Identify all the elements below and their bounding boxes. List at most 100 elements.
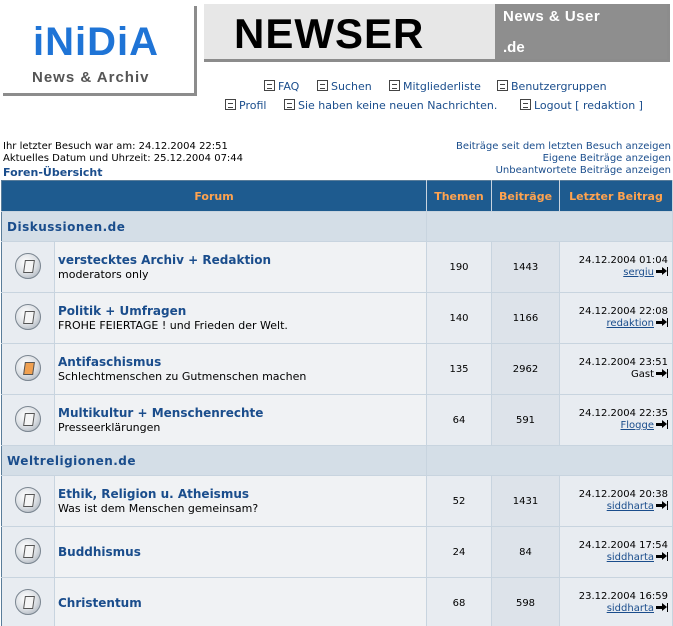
forum-info-cell: Politik + Umfragen FROHE FEIERTAGE ! und … (54, 292, 427, 344)
forum-info-cell: Multikultur + Menschenrechte Presseerklär… (54, 394, 427, 446)
goto-last-post-icon[interactable] (656, 552, 668, 561)
last-post-user-link[interactable]: siddharta (607, 552, 654, 563)
last-post-user-link[interactable]: siddharta (607, 603, 654, 614)
forum-posts-count: 1431 (491, 475, 560, 527)
last-post-user-link[interactable]: Flogge (621, 420, 655, 431)
forum-name-link[interactable]: Multikultur + Menschenrechte (58, 406, 426, 420)
goto-last-post-icon[interactable] (656, 369, 668, 378)
forum-icon-cell (1, 343, 55, 395)
banner-tag-line2: .de (503, 39, 525, 56)
forum-last-post-cell: 24.12.2004 23:51 Gast (559, 343, 673, 395)
table-row: Multikultur + Menschenrechte Presseerklär… (1, 394, 673, 446)
forum-info-cell: Christentum (54, 577, 427, 626)
forum-info-cell: Buddhismus (54, 526, 427, 578)
last-post-user-link[interactable]: sergiu (623, 267, 654, 278)
forum-name-link[interactable]: Buddhismus (58, 545, 426, 559)
link-unanswered-posts[interactable]: Unbeantwortete Beiträge anzeigen (496, 165, 671, 176)
current-time-text: Aktuelles Datum und Uhrzeit: 25.12.2004 … (3, 153, 244, 164)
inidia-logo[interactable]: iNiDiA News & Archiv (3, 6, 197, 96)
last-post-date: 24.12.2004 20:38 (578, 489, 668, 500)
logo-brand-text: iNiDiA (33, 20, 159, 64)
forum-last-post-cell: 24.12.2004 22:08 redaktion (559, 292, 673, 344)
link-own-posts[interactable]: Eigene Beiträge anzeigen (543, 153, 671, 164)
category-title[interactable]: Weltreligionen.de (1, 445, 427, 476)
forum-topics-count: 135 (426, 343, 492, 395)
table-row: Christentum 68 598 23.12.2004 16:59 siddhart… (1, 577, 673, 626)
profile-icon (225, 99, 236, 110)
forum-no-new-posts-icon (15, 405, 41, 432)
table-row: Politik + Umfragen FROHE FEIERTAGE ! und … (1, 292, 673, 344)
goto-last-post-icon[interactable] (656, 603, 668, 612)
last-post-author-line: siddharta (560, 501, 668, 513)
forum-name-link[interactable]: Politik + Umfragen (58, 304, 426, 318)
table-row: Buddhismus 24 84 24.12.2004 17:54 siddharta (1, 526, 673, 578)
category-spacer (426, 445, 673, 476)
nav-faq[interactable]: FAQ (264, 80, 299, 93)
last-post-author-line: siddharta (560, 603, 668, 615)
forum-description: FROHE FEIERTAGE ! und Frieden der Welt. (58, 319, 288, 332)
nav-profile[interactable]: Profil (225, 99, 266, 112)
nav-memberlist-label: Mitgliederliste (403, 80, 481, 93)
forum-last-post-cell: 24.12.2004 20:38 siddharta (559, 475, 673, 527)
forum-info-cell: Ethik, Religion u. Atheismus Was ist dem … (54, 475, 427, 527)
forum-info-cell: Antifaschismus Schlechtmenschen zu Gutmen… (54, 343, 427, 395)
link-posts-since-last-visit[interactable]: Beiträge seit dem letzten Besuch anzeige… (456, 141, 671, 152)
nav-memberlist[interactable]: Mitgliederliste (389, 80, 481, 93)
nav-messages[interactable]: Sie haben keine neuen Nachrichten. (284, 99, 497, 112)
logout-icon (520, 99, 531, 110)
goto-last-post-icon[interactable] (656, 501, 668, 510)
forum-name-link[interactable]: Antifaschismus (58, 355, 426, 369)
forum-no-new-posts-icon (15, 486, 41, 513)
goto-last-post-icon[interactable] (656, 420, 668, 429)
category-title[interactable]: Diskussionen.de (1, 211, 427, 242)
forum-no-new-posts-icon (15, 303, 41, 330)
last-post-author-line: redaktion (560, 318, 668, 330)
last-post-author-line: sergiu (560, 267, 668, 279)
forum-name-link[interactable]: Ethik, Religion u. Atheismus (58, 487, 426, 501)
last-post-author-line: siddharta (560, 552, 668, 564)
last-post-author-line: Flogge (560, 420, 668, 432)
forum-description: moderators only (58, 268, 149, 281)
usergroups-icon (497, 80, 508, 91)
memberlist-icon (389, 80, 400, 91)
forum-icon-cell (1, 475, 55, 527)
search-icon (317, 80, 328, 91)
nav-usergroups[interactable]: Benutzergruppen (497, 80, 607, 93)
nav-profile-label: Profil (239, 99, 267, 112)
last-post-user-link[interactable]: redaktion (607, 318, 654, 329)
forum-no-new-posts-icon (15, 252, 41, 279)
last-post-date: 24.12.2004 17:54 (578, 540, 668, 551)
forum-name-link[interactable]: Christentum (58, 596, 426, 610)
forum-last-post-cell: 23.12.2004 16:59 siddharta (559, 577, 673, 626)
banner-tag: News & User .de (495, 4, 667, 59)
newser-banner[interactable]: NEWSER News & User .de (204, 4, 670, 62)
nav-messages-label: Sie haben keine neuen Nachrichten. (298, 99, 498, 112)
faq-icon (264, 80, 275, 91)
category-row: Diskussionen.de (1, 211, 673, 242)
forum-icon-cell (1, 577, 55, 626)
forum-posts-count: 84 (491, 526, 560, 578)
last-post-user-link[interactable]: siddharta (607, 501, 654, 512)
last-post-date: 24.12.2004 22:35 (578, 408, 668, 419)
last-post-author-line: Gast (560, 369, 668, 381)
forum-last-post-cell: 24.12.2004 01:04 sergiu (559, 241, 673, 293)
last-post-date: 24.12.2004 22:08 (578, 306, 668, 317)
table-row: Antifaschismus Schlechtmenschen zu Gutmen… (1, 343, 673, 395)
forum-no-new-posts-icon (15, 588, 41, 615)
forum-topics-count: 24 (426, 526, 492, 578)
last-post-guest: Gast (630, 369, 654, 380)
forum-description: Schlechtmenschen zu Gutmenschen machen (58, 370, 307, 383)
message-icon (284, 99, 295, 110)
forum-index-link[interactable]: Foren-Übersicht (3, 166, 103, 179)
forum-new-posts-icon (15, 354, 41, 381)
goto-last-post-icon[interactable] (656, 267, 668, 276)
col-header-posts: Beiträge (491, 180, 560, 212)
goto-last-post-icon[interactable] (656, 318, 668, 327)
forum-icon-cell (1, 394, 55, 446)
col-header-topics: Themen (426, 180, 492, 212)
forum-posts-count: 2962 (491, 343, 560, 395)
nav-search[interactable]: Suchen (317, 80, 372, 93)
nav-logout[interactable]: Logout [ redaktion ] (520, 99, 643, 112)
forum-name-link[interactable]: verstecktes Archiv + Redaktion (58, 253, 426, 267)
forum-topics-count: 190 (426, 241, 492, 293)
